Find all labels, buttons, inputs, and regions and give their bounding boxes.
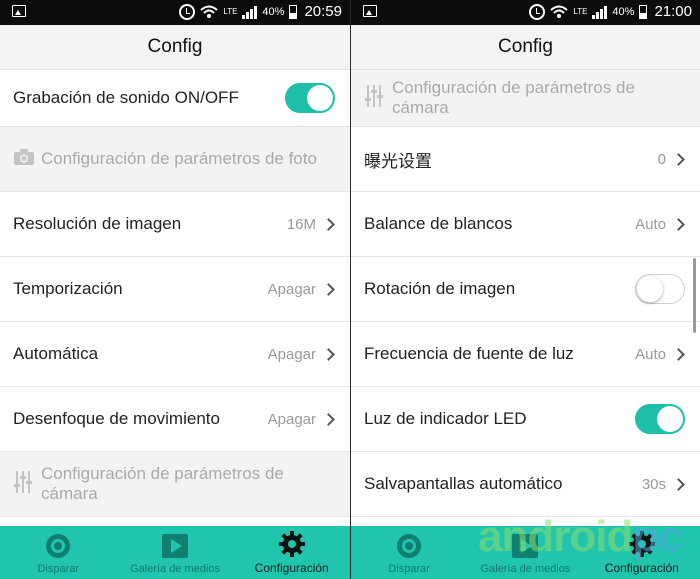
row-label: Grabación de sonido ON/OFF xyxy=(13,88,239,107)
gear-icon xyxy=(278,530,306,558)
shutter-icon xyxy=(395,532,423,560)
motion-blur-row[interactable]: Desenfoque de movimiento Apagar xyxy=(0,387,350,452)
wifi-icon xyxy=(550,5,569,19)
chevron-right-icon xyxy=(322,282,335,296)
play-gallery-icon xyxy=(511,532,539,560)
chevron-right-icon xyxy=(322,347,335,361)
section-label: Configuración de parámetros de cámara xyxy=(392,78,635,117)
wifi-icon xyxy=(200,5,219,19)
nav-gallery[interactable]: Galería de medios xyxy=(117,526,234,579)
chevron-right-icon xyxy=(322,412,335,426)
network-type: LTE xyxy=(223,6,238,16)
camera-settings-section: Configuración de parámetros de cámara xyxy=(0,452,350,517)
image-rotation-toggle[interactable] xyxy=(635,274,685,304)
network-type: LTE xyxy=(573,6,588,16)
led-indicator-row[interactable]: Luz de indicador LED xyxy=(351,387,700,452)
chevron-right-icon xyxy=(672,152,685,166)
right-screen: LTE 40% 21:00 Config Configuración de pa… xyxy=(350,0,700,579)
clock: 20:59 xyxy=(304,3,342,20)
battery-icon xyxy=(639,4,648,19)
section-label: Configuración de parámetros de foto xyxy=(41,149,317,168)
row-value: 30s xyxy=(641,475,666,493)
shutter-icon xyxy=(44,532,72,560)
nav-label: Configuración xyxy=(254,561,329,575)
row-label: Frecuencia de fuente de luz xyxy=(364,344,574,363)
row-label: Resolución de imagen xyxy=(13,214,182,233)
signal-icon xyxy=(592,5,608,19)
chevron-right-icon xyxy=(322,217,335,231)
row-value: Auto xyxy=(635,345,666,363)
screensaver-row[interactable]: Salvapantallas automático 30s xyxy=(351,452,700,517)
nav-settings[interactable]: Configuración xyxy=(233,526,350,579)
nav-gallery[interactable]: Galería de medios xyxy=(467,526,583,579)
photo-settings-section: Configuración de parámetros de foto xyxy=(0,127,350,192)
nav-label: Galería de medios xyxy=(130,563,220,575)
battery-percent: 40% xyxy=(612,5,635,18)
row-value: Auto xyxy=(635,215,666,233)
status-bar: LTE 40% 21:00 xyxy=(351,0,700,25)
alarm-icon xyxy=(529,3,546,20)
battery-icon xyxy=(289,4,298,19)
row-value: 0 xyxy=(657,150,666,168)
exposure-row[interactable]: 曝光设置 0 xyxy=(351,127,700,192)
gear-icon xyxy=(628,530,656,558)
white-balance-row[interactable]: Balance de blancos Auto xyxy=(351,192,700,257)
automatic-row[interactable]: Automática Apagar xyxy=(0,322,350,387)
nav-label: Configuración xyxy=(604,561,679,575)
sound-recording-row[interactable]: Grabación de sonido ON/OFF xyxy=(0,70,350,127)
row-value: 16M xyxy=(286,215,316,233)
settings-list[interactable]: Configuración de parámetros de cámara 曝光… xyxy=(351,70,700,526)
row-label: Balance de blancos xyxy=(364,214,513,233)
signal-icon xyxy=(242,5,258,19)
bottom-navigation: Disparar Galería de medios Configuración xyxy=(351,526,700,579)
row-label: Rotación de imagen xyxy=(364,279,516,298)
row-label: Automática xyxy=(13,344,99,363)
led-indicator-toggle[interactable] xyxy=(635,404,685,434)
sliders-icon xyxy=(13,469,33,500)
play-gallery-icon xyxy=(161,532,189,560)
nav-label: Galería de medios xyxy=(480,563,571,575)
sliders-icon xyxy=(364,83,384,114)
row-label: Salvapantallas automático xyxy=(364,474,563,493)
nav-label: Disparar xyxy=(388,563,430,575)
camera-settings-section: Configuración de parámetros de cámara xyxy=(351,70,700,127)
nav-shoot[interactable]: Disparar xyxy=(0,526,117,579)
sound-recording-toggle[interactable] xyxy=(285,83,335,113)
row-label: Temporización xyxy=(13,279,123,298)
row-label: Luz de indicador LED xyxy=(364,409,527,428)
image-icon xyxy=(12,5,26,17)
page-title: Config xyxy=(0,25,350,70)
image-resolution-row[interactable]: Resolución de imagen 16M xyxy=(0,192,350,257)
nav-label: Disparar xyxy=(37,563,80,575)
nav-settings[interactable]: Configuración xyxy=(584,526,700,579)
camera-icon xyxy=(13,148,34,171)
image-icon xyxy=(363,5,377,17)
scrollbar[interactable] xyxy=(693,258,696,333)
bottom-navigation: Disparar Galería de medios Configuración xyxy=(0,526,350,579)
row-value: Apagar xyxy=(267,345,316,363)
clock: 21:00 xyxy=(654,3,692,20)
row-value: Apagar xyxy=(267,410,316,428)
row-label: 曝光设置 xyxy=(364,151,432,171)
status-bar: LTE 40% 20:59 xyxy=(0,0,350,25)
row-label: Desenfoque de movimiento xyxy=(13,409,220,428)
timer-row[interactable]: Temporización Apagar xyxy=(0,257,350,322)
left-screen: LTE 40% 20:59 Config Grabación de sonido… xyxy=(0,0,350,579)
page-title: Config xyxy=(351,25,700,70)
light-frequency-row[interactable]: Frecuencia de fuente de luz Auto xyxy=(351,322,700,387)
settings-list[interactable]: Grabación de sonido ON/OFF Configuración… xyxy=(0,70,350,526)
chevron-right-icon xyxy=(672,477,685,491)
battery-percent: 40% xyxy=(262,5,285,18)
nav-shoot[interactable]: Disparar xyxy=(351,526,467,579)
row-value: Apagar xyxy=(267,280,316,298)
section-label: Configuración de parámetros de cámara xyxy=(41,464,284,503)
image-rotation-row[interactable]: Rotación de imagen xyxy=(351,257,700,322)
chevron-right-icon xyxy=(672,347,685,361)
chevron-right-icon xyxy=(672,217,685,231)
alarm-icon xyxy=(179,3,196,20)
